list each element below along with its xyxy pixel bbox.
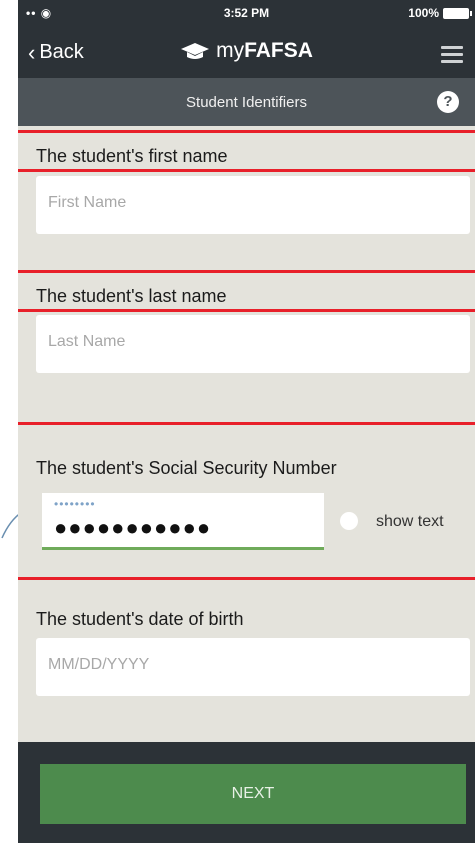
battery-status: 100% [408,6,472,20]
battery-percent: 100% [408,6,439,20]
status-time: 3:52 PM [223,6,270,20]
battery-icon [443,7,472,19]
nav-bar: ‹ Back myFAFSA [18,26,475,78]
phone-screen: •• ◉ 3:52 PM 100% ‹ Back myFAFSA Student… [18,0,475,843]
last-name-field[interactable]: Last Name [36,315,470,373]
graduation-cap-icon [181,43,210,60]
highlight-last-name-label [18,270,475,312]
brand-name: FAFSA [244,39,313,62]
app-title: myFAFSA [18,39,475,63]
dob-field[interactable]: MM/DD/YYYY [36,638,470,696]
help-icon[interactable]: ? [437,91,459,113]
highlight-ssn-section [18,422,475,580]
brand-prefix: my [216,39,245,62]
hamburger-menu-icon[interactable] [441,46,463,67]
next-button[interactable]: NEXT [40,764,466,824]
dob-label: The student's date of birth [36,609,244,629]
highlight-first-name-label [18,130,475,172]
status-bar: •• ◉ 3:52 PM 100% [18,0,475,26]
first-name-field[interactable]: First Name [36,176,470,234]
section-header: Student Identifiers ? [18,78,475,126]
footer-bar: NEXT [18,742,475,843]
section-title: Student Identifiers [186,94,307,111]
